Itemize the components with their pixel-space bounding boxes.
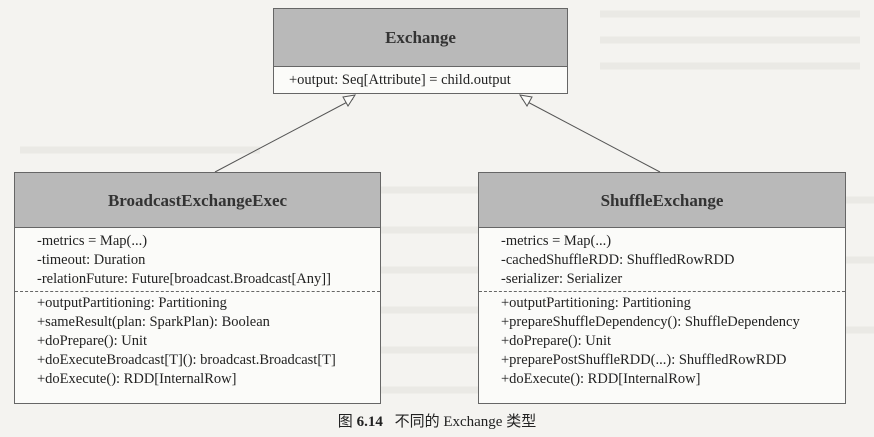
figure-caption: 图 6.14 不同的 Exchange 类型 — [0, 410, 874, 431]
broadcast-method: +doExecuteBroadcast[T](): broadcast.Broa… — [37, 352, 336, 368]
generalization-arrowhead-shuffle — [518, 94, 533, 107]
shuffle-method: +prepareShuffleDependency(): ShuffleDepe… — [501, 314, 800, 330]
shuffle-method: +doExecute(): RDD[InternalRow] — [501, 371, 701, 387]
class-exchange-name: Exchange — [274, 9, 567, 67]
shuffle-field: -metrics = Map(...) — [501, 233, 612, 249]
caption-number: 6.14 — [356, 414, 383, 430]
caption-text: 不同的 Exchange 类型 — [394, 414, 537, 430]
class-shuffle-name: ShuffleExchange — [479, 173, 845, 228]
broadcast-method: +sameResult(plan: SparkPlan): Boolean — [37, 314, 270, 330]
shuffle-field: -serializer: Serializer — [501, 271, 623, 287]
class-shuffle-fields: -metrics = Map(...) -cachedShuffleRDD: S… — [479, 228, 845, 291]
shuffle-method: +outputPartitioning: Partitioning — [501, 295, 691, 311]
class-exchange: Exchange +output: Seq[Attribute] = child… — [273, 8, 568, 94]
shuffle-method: +preparePostShuffleRDD(...): ShuffledRow… — [501, 352, 787, 368]
broadcast-method: +doExecute(): RDD[InternalRow] — [37, 371, 237, 387]
class-shuffle-methods: +outputPartitioning: Partitioning +prepa… — [479, 291, 845, 389]
class-broadcast-methods: +outputPartitioning: Partitioning +sameR… — [15, 291, 380, 389]
class-broadcast-name: BroadcastExchangeExec — [15, 173, 380, 228]
broadcast-method: +outputPartitioning: Partitioning — [37, 295, 227, 311]
broadcast-method: +doPrepare(): Unit — [37, 333, 148, 349]
class-broadcast-exchange-exec: BroadcastExchangeExec -metrics = Map(...… — [14, 172, 381, 404]
broadcast-field: -metrics = Map(...) — [37, 233, 148, 249]
broadcast-field: -timeout: Duration — [37, 252, 146, 268]
generalization-line-shuffle — [521, 98, 661, 173]
shuffle-method: +doPrepare(): Unit — [501, 333, 612, 349]
class-broadcast-fields: -metrics = Map(...) -timeout: Duration -… — [15, 228, 380, 291]
generalization-arrowhead-broadcast — [342, 94, 357, 107]
class-shuffle-exchange: ShuffleExchange -metrics = Map(...) -cac… — [478, 172, 846, 404]
shuffle-field: -cachedShuffleRDD: ShuffledRowRDD — [501, 252, 735, 268]
generalization-line-broadcast — [214, 98, 354, 173]
caption-prefix: 图 — [337, 414, 353, 430]
broadcast-field: -relationFuture: Future[broadcast.Broadc… — [37, 271, 331, 287]
class-exchange-fields: +output: Seq[Attribute] = child.output — [274, 67, 567, 90]
exchange-field: +output: Seq[Attribute] = child.output — [289, 72, 511, 88]
